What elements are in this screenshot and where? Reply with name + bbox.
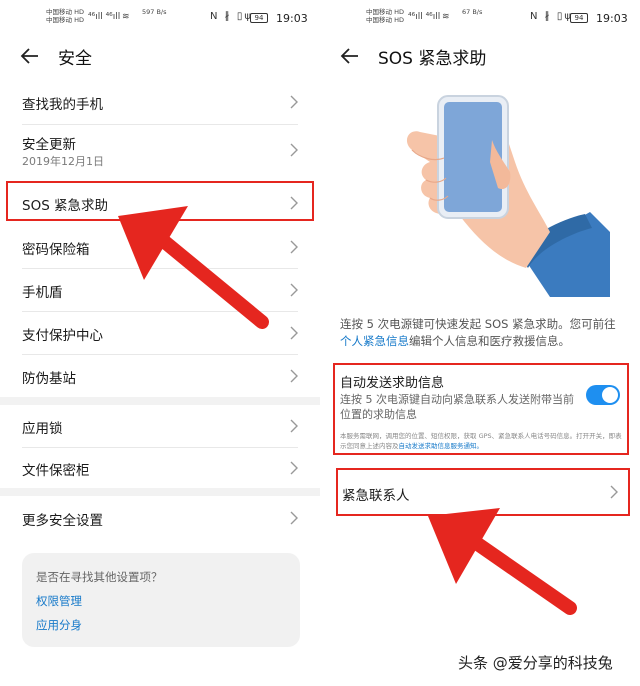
annotation-overlay <box>118 206 577 615</box>
watermark: 头条 @爱分享的科技兔 <box>458 654 613 672</box>
red-arrow-left <box>118 206 269 329</box>
red-arrow-right <box>428 508 577 615</box>
